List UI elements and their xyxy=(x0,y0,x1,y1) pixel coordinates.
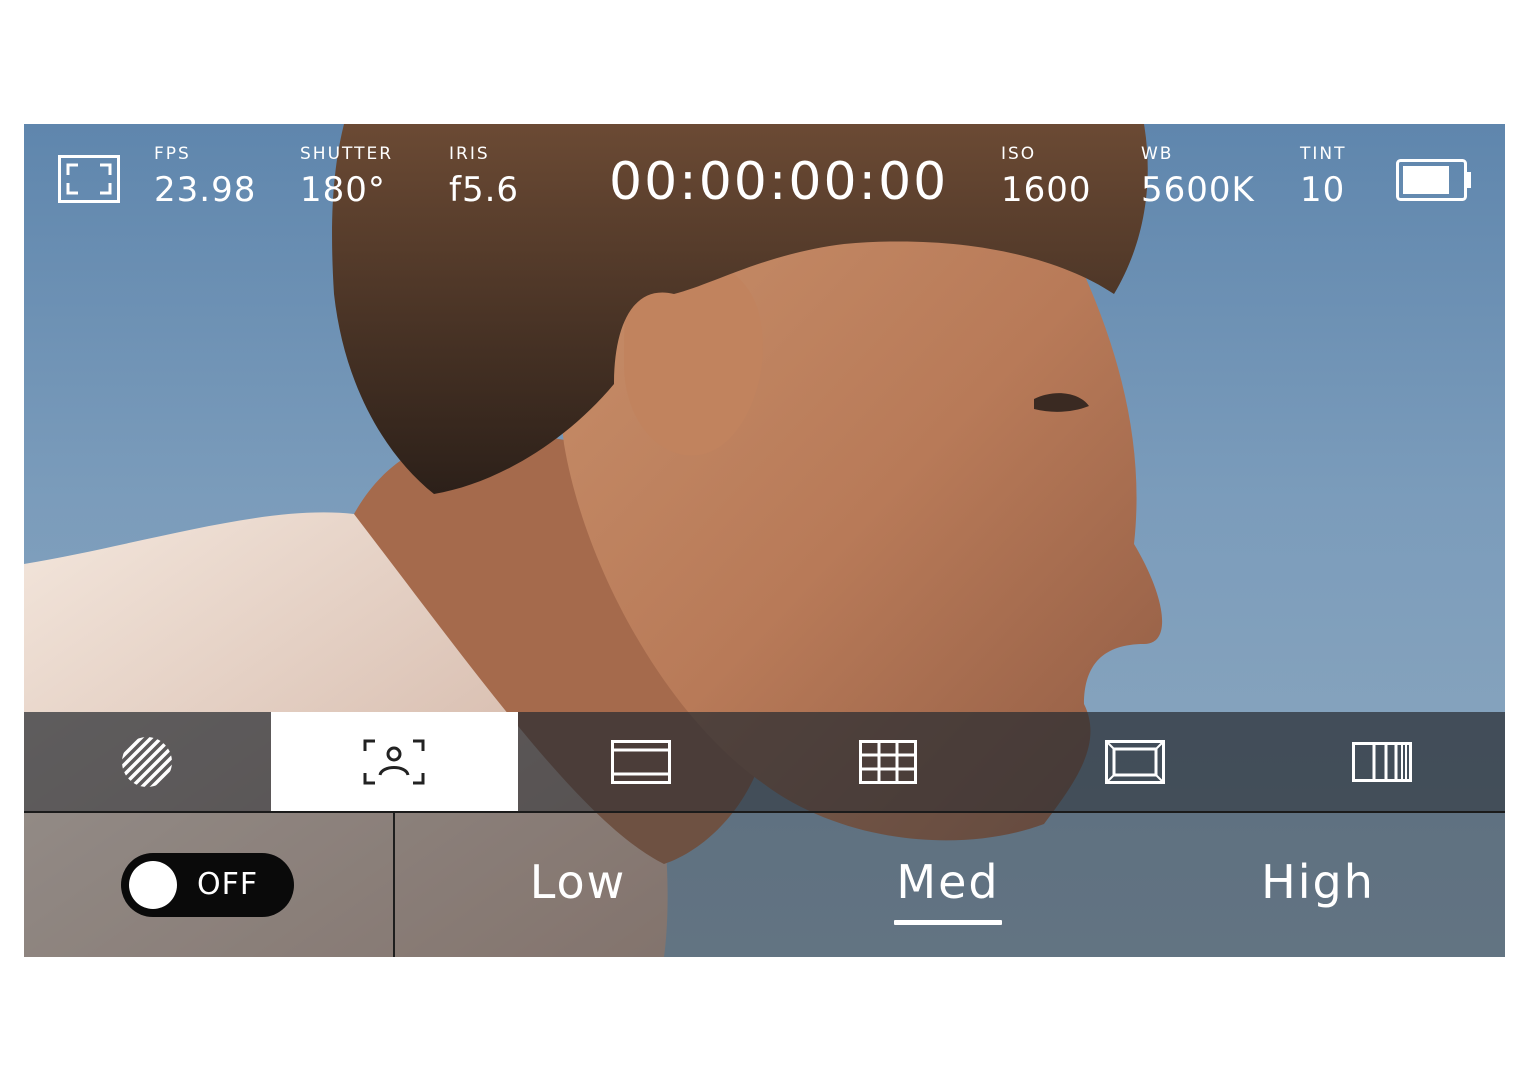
fps-value: 23.98 xyxy=(154,170,257,210)
focus-assist-options: OFF Low Med High xyxy=(24,813,1505,957)
shutter-display[interactable]: SHUTTER 180° xyxy=(300,144,393,210)
iris-label: IRIS xyxy=(449,144,490,164)
false-color-button[interactable] xyxy=(1258,712,1505,811)
camera-monitor: FPS 23.98 SHUTTER 180° IRIS f5.6 00:00:0… xyxy=(24,124,1505,957)
tint-label: TINT xyxy=(1300,144,1347,164)
frame-guide-icon[interactable] xyxy=(58,155,120,203)
focus-assist-toggle[interactable]: OFF xyxy=(121,853,294,917)
timecode-display[interactable]: 00:00:00:00 xyxy=(609,152,948,212)
fps-label: FPS xyxy=(154,144,191,164)
battery-icon xyxy=(1396,159,1471,201)
focus-assist-button[interactable] xyxy=(270,712,518,811)
tint-value: 10 xyxy=(1300,170,1346,210)
grid-button[interactable] xyxy=(764,712,1011,811)
shutter-value: 180° xyxy=(300,170,386,210)
options-divider xyxy=(393,813,395,957)
iris-display[interactable]: IRIS f5.6 xyxy=(449,144,519,210)
toggle-label: OFF xyxy=(197,867,259,902)
frame-guides-button[interactable] xyxy=(518,712,765,811)
wb-display[interactable]: WB 5600K xyxy=(1141,144,1255,210)
fps-display[interactable]: FPS 23.98 xyxy=(154,144,256,210)
iris-value: f5.6 xyxy=(449,170,520,210)
frame-guides-icon xyxy=(611,739,672,784)
tint-display[interactable]: TINT 10 xyxy=(1300,144,1347,210)
wb-label: WB xyxy=(1141,144,1174,164)
zebra-icon xyxy=(122,736,173,787)
safe-area-button[interactable] xyxy=(1011,712,1258,811)
status-bar: FPS 23.98 SHUTTER 180° IRIS f5.6 00:00:0… xyxy=(24,124,1505,224)
toggle-knob xyxy=(129,861,177,909)
iso-label: ISO xyxy=(1001,144,1037,164)
iso-value: 1600 xyxy=(1001,170,1092,210)
level-high-button[interactable]: High xyxy=(1218,855,1418,909)
wb-value: 5600K xyxy=(1141,170,1255,210)
iso-display[interactable]: ISO 1600 xyxy=(1001,144,1092,210)
level-med-button[interactable]: Med xyxy=(848,855,1048,909)
focus-assist-icon xyxy=(363,739,425,784)
zebra-button[interactable] xyxy=(24,712,271,811)
grid-icon xyxy=(858,739,917,784)
overlay-toolbar xyxy=(24,712,1505,813)
level-low-button[interactable]: Low xyxy=(478,855,678,909)
safe-area-icon xyxy=(1104,739,1165,784)
false-color-icon xyxy=(1351,741,1412,782)
shutter-label: SHUTTER xyxy=(300,144,394,164)
